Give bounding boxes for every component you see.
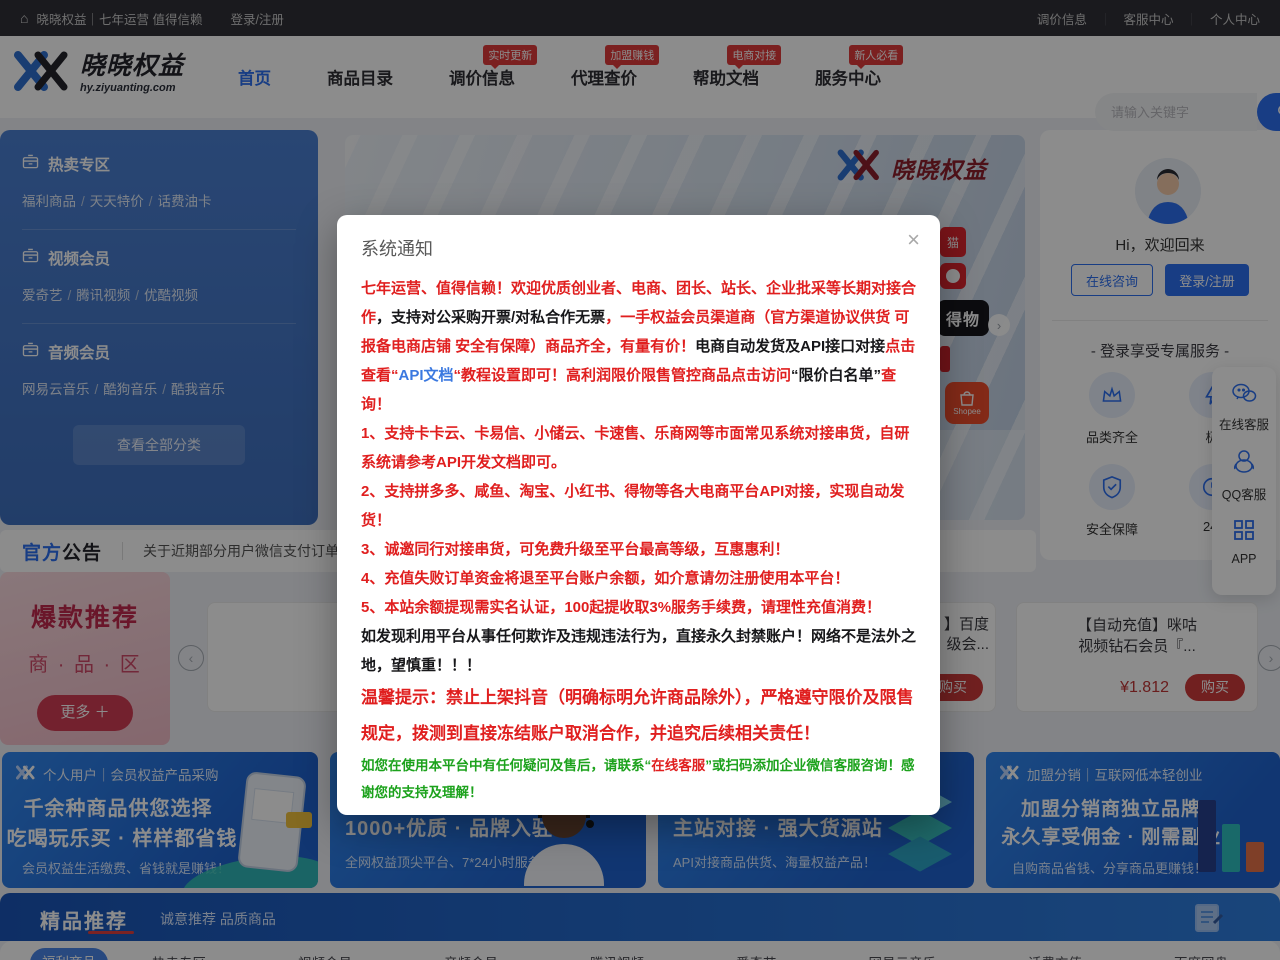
modal-body: 七年运营、值得信赖！欢迎优质创业者、电商、团长、站长、企业批采等长期对接合作，支… [361, 274, 916, 806]
modal-text-segment: 5、本站余额提现需实名认证，100起提收取3%服务手续费，请理性充值消费！ [361, 599, 881, 616]
modal-text-segment: 如您在使用本平台中有任何疑问及售后，请联系“ [361, 758, 651, 773]
modal-text-segment: 电商自动发货及API接口对接 [695, 338, 885, 355]
modal-paragraph-8: 如您在使用本平台中有任何疑问及售后，请联系“在线客服”或扫码添加企业微信客服咨询… [361, 752, 916, 806]
modal-paragraph-2: 2、支持拼多多、咸鱼、淘宝、小红书、得物等各大电商平台API对接，实现自动发货！ [361, 477, 916, 535]
modal-paragraph-5: 5、本站余额提现需实名认证，100起提收取3%服务手续费，请理性充值消费！ [361, 593, 916, 622]
modal-paragraph-3: 3、诚邀同行对接串货，可免费升级至平台最高等级，互惠惠利！ [361, 535, 916, 564]
modal-text-segment: 3、诚邀同行对接串货，可免费升级至平台最高等级，互惠惠利！ [361, 541, 789, 558]
modal-paragraph-0: 七年运营、值得信赖！欢迎优质创业者、电商、团长、站长、企业批采等长期对接合作，支… [361, 274, 916, 419]
modal-paragraph-4: 4、充值失败订单资金将退至平台账户余额，如介意请勿注册使用本平台！ [361, 564, 916, 593]
modal-text-segment: 如发现利用平台从事任何欺诈及违规违法行为，直接永久封禁账户！网络不是法外之地，望… [361, 628, 916, 674]
modal-paragraph-6: 如发现利用平台从事任何欺诈及违规违法行为，直接永久封禁账户！网络不是法外之地，望… [361, 622, 916, 680]
modal-title: 系统通知 [361, 235, 916, 261]
modal-text-segment: 2、支持拼多多、咸鱼、淘宝、小红书、得物等各大电商平台API对接，实现自动发货！ [361, 483, 904, 529]
modal-text-segment: 在线客服 [651, 758, 705, 773]
close-icon[interactable]: × [907, 229, 920, 251]
modal-paragraph-1: 1、支持卡卡云、卡易信、小储云、卡速售、乐商网等市面常见系统对接串货，自研系统请… [361, 419, 916, 477]
modal-text-segment: ，支持对公采购开票/对私合作无票 [376, 309, 605, 326]
modal-paragraph-7: 温馨提示：禁止上架抖音（明确标明允许商品除外），严格遵守限价及限售规定，拨测到直… [361, 680, 916, 752]
modal-text-segment: 4、充值失败订单资金将退至平台账户余额，如介意请勿注册使用本平台！ [361, 570, 849, 587]
modal-text-segment: 温馨提示：禁止上架抖音（明确标明允许商品除外），严格遵守限价及限售规定，拨测到直… [361, 688, 914, 743]
modal-text-segment: “限价白名单” [791, 367, 881, 384]
system-notice-modal: 系统通知 × 七年运营、值得信赖！欢迎优质创业者、电商、团长、站长、企业批采等长… [337, 215, 940, 815]
api-doc-link[interactable]: API文档 [399, 367, 454, 384]
modal-text-segment: 1、支持卡卡云、卡易信、小储云、卡速售、乐商网等市面常见系统对接串货，自研系统请… [361, 425, 909, 471]
modal-text-segment: “教程设置即可！高利润限价限售管控商品点击访问 [454, 367, 792, 384]
